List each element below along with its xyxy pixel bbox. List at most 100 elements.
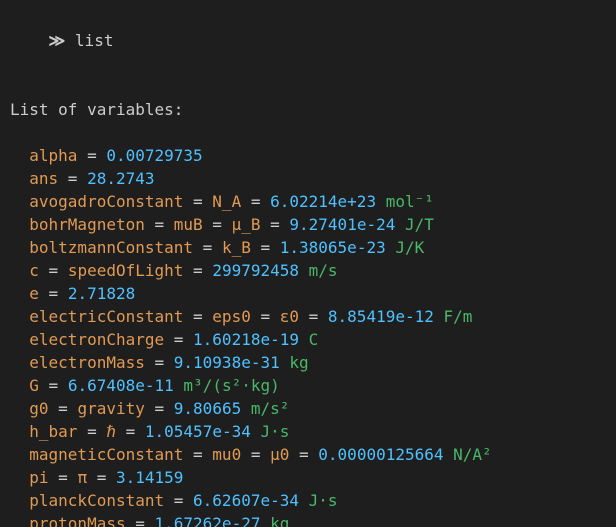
equals-sign [260, 514, 270, 527]
variable-name: alpha [29, 146, 77, 165]
equals-sign [241, 399, 251, 418]
equals-sign: = [39, 376, 68, 395]
variable-line: alpha = 0.00729735 [10, 144, 606, 167]
variable-unit: m/s [309, 261, 338, 280]
variable-name: electricConstant [29, 307, 183, 326]
variable-line: g0 = gravity = 9.80665 m/s² [10, 397, 606, 420]
variable-line: pi = π = 3.14159 [10, 466, 606, 489]
variable-line: electronMass = 9.10938e-31 kg [10, 351, 606, 374]
variable-unit: kg [289, 353, 308, 372]
equals-sign: = [183, 307, 212, 326]
variable-unit: J·s [261, 422, 290, 441]
equals-sign: = [87, 468, 116, 487]
variable-value: 9.27401e-24 [289, 215, 395, 234]
command-text: list [75, 31, 114, 50]
variable-unit: m/s² [251, 399, 290, 418]
variable-alias: µ0 [270, 445, 289, 464]
variable-name: pi [29, 468, 48, 487]
variable-line: electronCharge = 1.60218e-19 C [10, 328, 606, 351]
equals-sign: = [241, 445, 270, 464]
variable-value: 2.71828 [68, 284, 135, 303]
variable-line: electricConstant = eps0 = ε0 = 8.85419e-… [10, 305, 606, 328]
variable-unit: kg [270, 514, 289, 527]
variable-alias: ℏ [106, 422, 116, 441]
variable-name: protonMass [29, 514, 125, 527]
variable-value: 6.67408e-11 [68, 376, 174, 395]
equals-sign [299, 330, 309, 349]
equals-sign: = [77, 146, 106, 165]
variable-value: 1.38065e-23 [280, 238, 386, 257]
variable-name: c [29, 261, 39, 280]
variable-alias: k_B [222, 238, 251, 257]
variable-line: bohrMagneton = muB = µ_B = 9.27401e-24 J… [10, 213, 606, 236]
prompt-line: ≫ list [10, 6, 606, 75]
variable-line: planckConstant = 6.62607e-34 J·s [10, 489, 606, 512]
variable-name: avogadroConstant [29, 192, 183, 211]
equals-sign: = [183, 192, 212, 211]
variable-value: 28.2743 [87, 169, 154, 188]
equals-sign [174, 376, 184, 395]
variable-alias: π [77, 468, 87, 487]
variable-line: magneticConstant = mu0 = µ0 = 0.00000125… [10, 443, 606, 466]
variable-unit: J/T [405, 215, 434, 234]
equals-sign: = [289, 445, 318, 464]
variable-value: 8.85419e-12 [328, 307, 434, 326]
variable-unit: J·s [309, 491, 338, 510]
variable-alias: µ_B [232, 215, 261, 234]
variable-line: e = 2.71828 [10, 282, 606, 305]
equals-sign: = [203, 215, 232, 234]
equals-sign [386, 238, 396, 257]
equals-sign: = [77, 422, 106, 441]
variable-alias: mu0 [212, 445, 241, 464]
variable-alias: N_A [212, 192, 241, 211]
equals-sign: = [183, 445, 212, 464]
equals-sign [444, 445, 454, 464]
blank-line [10, 75, 606, 98]
equals-sign [280, 353, 290, 372]
variable-line: avogadroConstant = N_A = 6.02214e+23 mol… [10, 190, 606, 213]
variable-line: ans = 28.2743 [10, 167, 606, 190]
equals-sign: = [241, 192, 270, 211]
variable-value: 1.67262e-27 [155, 514, 261, 527]
variable-unit: J/K [395, 238, 424, 257]
variable-name: boltzmannConstant [29, 238, 193, 257]
equals-sign: = [260, 215, 289, 234]
variable-value: 3.14159 [116, 468, 183, 487]
equals-sign: = [116, 422, 145, 441]
variable-value: 6.62607e-34 [193, 491, 299, 510]
equals-sign: = [299, 307, 328, 326]
variable-unit: N/A² [453, 445, 492, 464]
variable-name: electronMass [29, 353, 145, 372]
terminal-output[interactable]: ≫ list List of variables: alpha = 0.0072… [0, 0, 616, 527]
prompt-icon: ≫ [49, 31, 66, 50]
equals-sign: = [193, 238, 222, 257]
blank-line [10, 121, 606, 144]
variable-name: electronCharge [29, 330, 164, 349]
variable-value: 1.60218e-19 [193, 330, 299, 349]
equals-sign: = [126, 514, 155, 527]
variable-name: ans [29, 169, 58, 188]
variable-line: G = 6.67408e-11 m³/(s²·kg) [10, 374, 606, 397]
variable-value: 9.10938e-31 [174, 353, 280, 372]
variable-list: alpha = 0.00729735ans = 28.2743avogadroC… [10, 144, 606, 527]
variable-name: g0 [29, 399, 48, 418]
variable-name: planckConstant [29, 491, 164, 510]
equals-sign [299, 491, 309, 510]
variable-alias: speedOfLight [68, 261, 184, 280]
equals-sign: = [183, 261, 212, 280]
variable-value: 0.00729735 [106, 146, 202, 165]
equals-sign: = [145, 353, 174, 372]
variable-line: boltzmannConstant = k_B = 1.38065e-23 J/… [10, 236, 606, 259]
equals-sign: = [145, 399, 174, 418]
equals-sign: = [39, 284, 68, 303]
variable-name: magneticConstant [29, 445, 183, 464]
equals-sign [376, 192, 386, 211]
equals-sign: = [164, 330, 193, 349]
list-header: List of variables: [10, 98, 606, 121]
variable-name: h_bar [29, 422, 77, 441]
variable-line: protonMass = 1.67262e-27 kg [10, 512, 606, 527]
variable-alias: muB [174, 215, 203, 234]
variable-alias: ε0 [280, 307, 299, 326]
variable-unit: m³/(s²·kg) [183, 376, 279, 395]
equals-sign: = [39, 261, 68, 280]
